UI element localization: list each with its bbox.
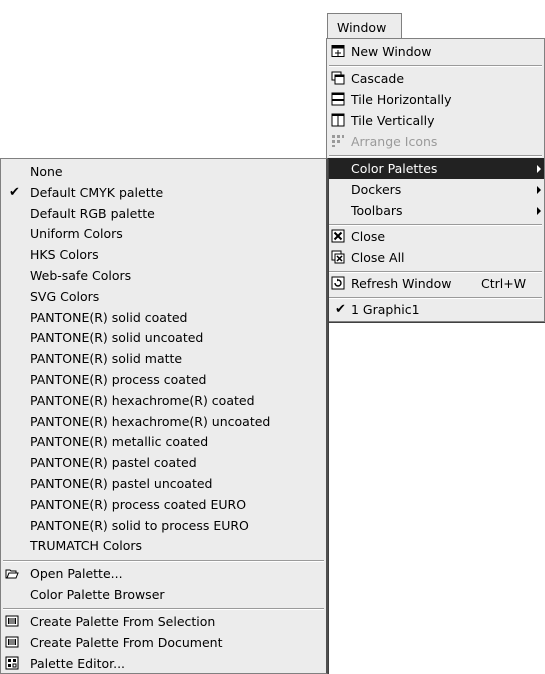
tile-vertically-label: Tile Vertically — [351, 113, 435, 128]
palette-item[interactable]: PANTONE(R) solid uncoated — [1, 327, 326, 348]
palette-item-label: HKS Colors — [30, 247, 99, 263]
menu-item-palette-editor[interactable]: Palette Editor... — [1, 653, 326, 674]
menu-item-close-all[interactable]: Close All — [327, 247, 544, 268]
palette-editor-icon — [5, 656, 19, 670]
menu-item-tile-vertically[interactable]: Tile Vertically — [327, 110, 544, 131]
tile-horizontally-label: Tile Horizontally — [351, 92, 452, 107]
menu-item-refresh-window[interactable]: Refresh Window Ctrl+W — [327, 273, 544, 294]
palette-item[interactable]: TRUMATCH Colors — [1, 535, 326, 556]
menu-item-tile-horizontally[interactable]: Tile Horizontally — [327, 89, 544, 110]
create-from-selection-label: Create Palette From Selection — [30, 614, 216, 629]
palette-item[interactable]: ✔ Default CMYK palette — [1, 182, 326, 203]
menu-item-color-palette-browser[interactable]: Color Palette Browser — [1, 584, 326, 605]
palette-item[interactable]: Web-safe Colors — [1, 265, 326, 286]
color-palettes-label: Color Palettes — [351, 161, 438, 176]
palette-editor-label: Palette Editor... — [30, 656, 126, 671]
palette-item[interactable]: Default RGB palette — [1, 203, 326, 224]
close-all-label: Close All — [351, 250, 405, 265]
create-from-document-label: Create Palette From Document — [30, 635, 223, 650]
palette-item-label: PANTONE(R) pastel coated — [30, 455, 197, 471]
menu-item-open-palette[interactable]: Open Palette... — [1, 563, 326, 584]
open-palette-label: Open Palette... — [30, 566, 123, 581]
menu-separator — [329, 155, 542, 157]
toolbars-label: Toolbars — [351, 203, 403, 218]
palette-item-label: PANTONE(R) solid uncoated — [30, 330, 204, 346]
palette-item[interactable]: PANTONE(R) process coated — [1, 369, 326, 390]
menu-separator — [3, 560, 324, 562]
color-palettes-submenu: None ✔ Default CMYK palette Default RGB pal… — [0, 158, 328, 674]
menu-separator — [3, 608, 324, 610]
window-menu: New Window Cascade Tile Horizontally Til… — [326, 38, 545, 322]
palette-item-label: PANTONE(R) solid coated — [30, 309, 188, 325]
new-window-icon — [331, 45, 345, 57]
palette-item[interactable]: PANTONE(R) metallic coated — [1, 431, 326, 452]
window-menu-title[interactable]: Window — [327, 13, 402, 39]
palette-item-label: SVG Colors — [30, 288, 100, 304]
graphic1-label: 1 Graphic1 — [351, 302, 420, 317]
menu-item-new-window[interactable]: New Window — [327, 41, 544, 62]
palette-item-label: PANTONE(R) solid matte — [30, 351, 183, 367]
menu-item-create-palette-from-selection[interactable]: Create Palette From Selection — [1, 611, 326, 632]
tile-horizontally-icon — [331, 92, 345, 106]
palette-item-label: TRUMATCH Colors — [30, 538, 142, 554]
refresh-window-shortcut: Ctrl+W — [481, 276, 527, 291]
new-window-label: New Window — [351, 44, 432, 59]
palette-item-label: PANTONE(R) solid to process EURO — [30, 517, 249, 533]
window-menu-title-label: Window — [337, 20, 387, 35]
palette-item[interactable]: SVG Colors — [1, 286, 326, 307]
checkmark-icon: ✔ — [335, 302, 346, 317]
menu-item-color-palettes[interactable]: Color Palettes — [327, 158, 544, 179]
close-label: Close — [351, 229, 386, 244]
palette-item-label: Default RGB palette — [30, 205, 155, 221]
color-palette-browser-label: Color Palette Browser — [30, 587, 165, 602]
open-folder-icon — [5, 569, 19, 579]
palette-item[interactable]: PANTONE(R) hexachrome(R) coated — [1, 390, 326, 411]
palette-item-label: PANTONE(R) pastel uncoated — [30, 476, 213, 491]
palette-item[interactable]: PANTONE(R) process coated EURO — [1, 494, 326, 515]
palette-item[interactable]: PANTONE(R) pastel uncoated — [1, 473, 326, 494]
menu-item-graphic1[interactable]: ✔ 1 Graphic1 — [327, 299, 544, 320]
menu-item-dockers[interactable]: Dockers — [327, 179, 544, 200]
palette-item[interactable]: PANTONE(R) hexachrome(R) uncoated — [1, 411, 326, 432]
palette-item-label: Web-safe Colors — [30, 268, 132, 283]
cascade-label: Cascade — [351, 71, 405, 86]
palette-item[interactable]: PANTONE(R) solid to process EURO — [1, 515, 326, 536]
refresh-window-label: Refresh Window — [351, 276, 452, 291]
palette-item[interactable]: PANTONE(R) solid coated — [1, 307, 326, 328]
palette-item[interactable]: PANTONE(R) solid matte — [1, 348, 326, 369]
submenu-arrow-icon — [537, 186, 541, 194]
palette-item-label: PANTONE(R) process coated — [30, 372, 207, 387]
palette-document-icon — [5, 636, 19, 648]
palette-item-label: Default CMYK palette — [30, 184, 164, 200]
refresh-window-icon — [331, 276, 345, 290]
arrange-icons-icon — [332, 135, 344, 147]
palette-item-label: PANTONE(R) hexachrome(R) uncoated — [30, 413, 271, 429]
close-all-icon — [331, 250, 345, 264]
palette-item[interactable]: None — [1, 161, 326, 182]
submenu-arrow-icon — [537, 207, 541, 215]
palette-item[interactable]: Uniform Colors — [1, 223, 326, 244]
palette-item-label: PANTONE(R) metallic coated — [30, 434, 209, 450]
menu-item-cascade[interactable]: Cascade — [327, 68, 544, 89]
menu-separator — [329, 65, 542, 67]
palette-item-label: PANTONE(R) hexachrome(R) coated — [30, 392, 255, 408]
menu-item-toolbars[interactable]: Toolbars — [327, 200, 544, 221]
palette-item-label: Uniform Colors — [30, 226, 123, 242]
palette-item[interactable]: PANTONE(R) pastel coated — [1, 452, 326, 473]
palette-item-label: PANTONE(R) process coated EURO — [30, 496, 247, 512]
palette-item-label: None — [30, 164, 63, 179]
menu-item-create-palette-from-document[interactable]: Create Palette From Document — [1, 632, 326, 653]
submenu-arrow-icon — [537, 165, 541, 173]
menu-item-close[interactable]: Close — [327, 226, 544, 247]
checkmark-icon: ✔ — [9, 184, 20, 200]
arrange-icons-label: Arrange Icons — [351, 134, 438, 149]
palette-selection-icon — [5, 615, 19, 627]
menu-item-arrange-icons: Arrange Icons — [327, 131, 544, 152]
close-icon — [331, 229, 345, 243]
dockers-label: Dockers — [351, 182, 402, 197]
palette-item[interactable]: HKS Colors — [1, 244, 326, 265]
cascade-icon — [331, 71, 345, 85]
tile-vertically-icon — [331, 113, 345, 127]
